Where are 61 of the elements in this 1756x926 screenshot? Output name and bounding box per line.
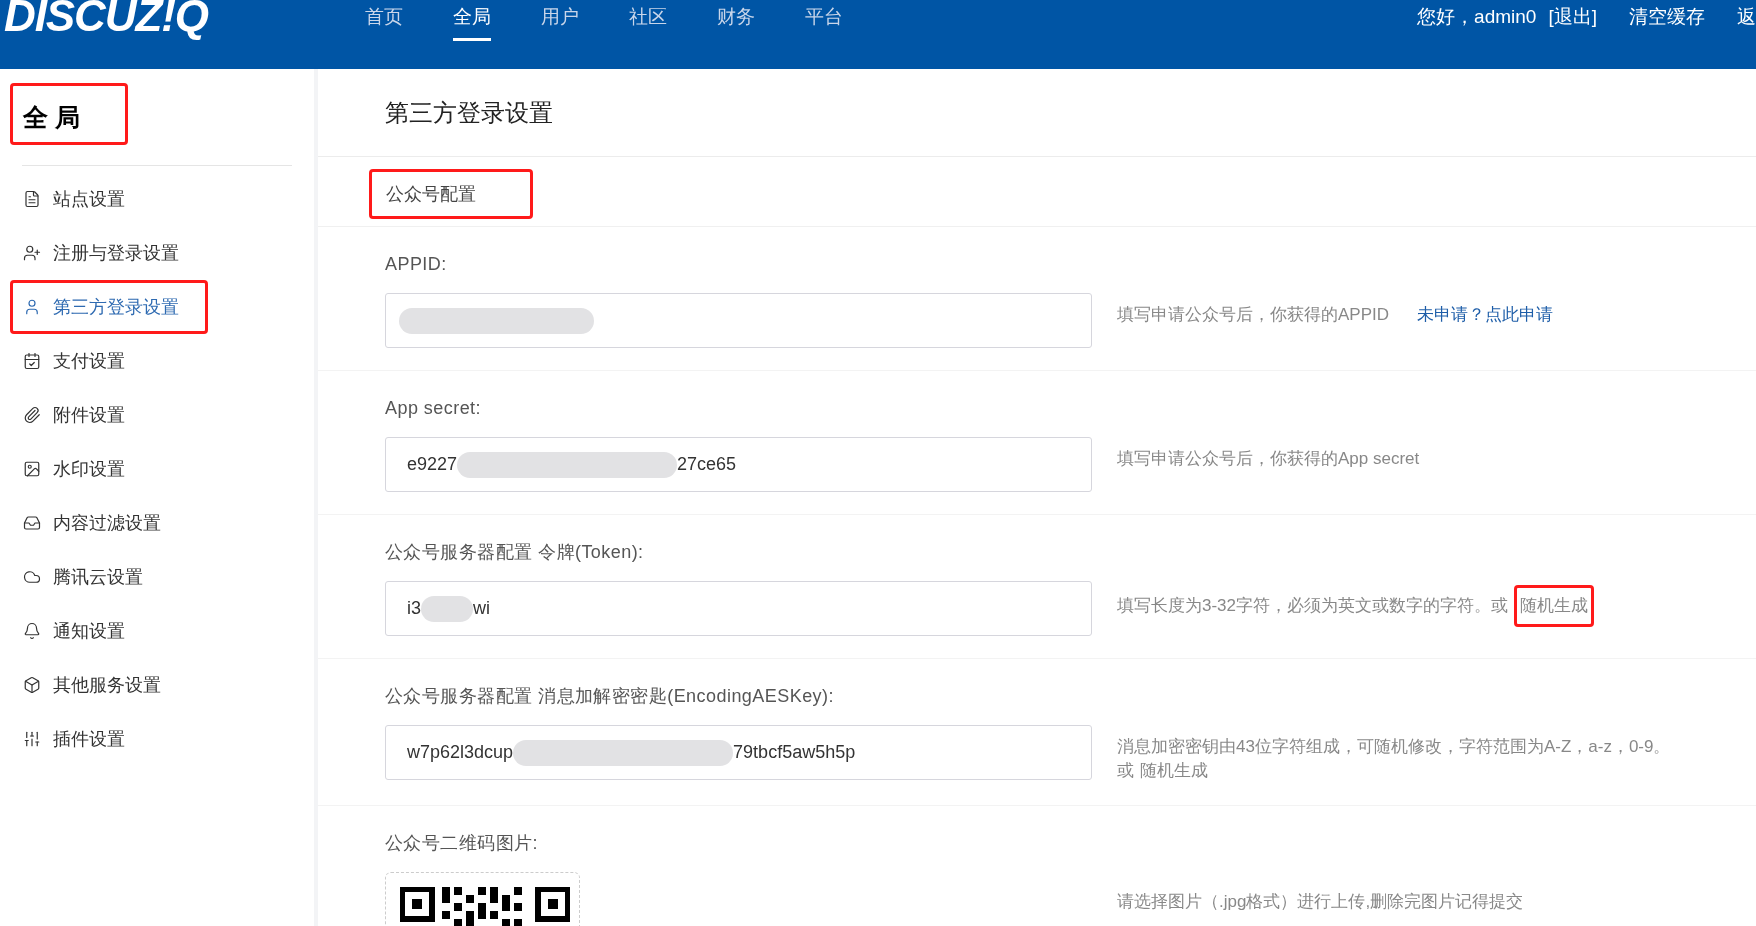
box-icon: [23, 676, 41, 694]
sidebar-item[interactable]: 内容过滤设置: [10, 496, 190, 550]
header-action-link[interactable]: 返: [1737, 4, 1756, 30]
field-value-end: wi: [473, 597, 490, 620]
field-value-start: e9227: [407, 453, 458, 476]
sidebar-item[interactable]: 其他服务设置: [10, 658, 190, 712]
field-value-start: i3: [407, 597, 421, 620]
random-generate-link[interactable]: 随机生成: [1140, 759, 1208, 783]
sidebar-item[interactable]: 通知设置: [10, 604, 154, 658]
cloud-icon: [23, 568, 41, 586]
field-value-start: w7p62l3dcup: [407, 741, 514, 764]
bell-icon: [23, 622, 41, 640]
document-icon: [23, 190, 41, 208]
field-label: APPID:: [385, 253, 448, 276]
hint-text: 请选择图片（.jpg格式）进行上传,删除完图片记得提交: [1117, 891, 1524, 913]
greeting-text: 您好，admin0: [1417, 5, 1537, 29]
sidebar-item[interactable]: 附件设置: [10, 388, 154, 442]
input-field[interactable]: e9227 27ce65: [385, 437, 1092, 492]
field-label: 公众号服务器配置 消息加解密密匙(EncodingAESKey):: [385, 685, 835, 708]
sidebar-item[interactable]: 腾讯云设置: [10, 550, 172, 604]
nav-tab[interactable]: 首页: [365, 0, 403, 41]
sidebar-item[interactable]: 站点设置: [10, 172, 154, 226]
paperclip-icon: [23, 406, 41, 424]
field-value-end: 27ce65: [677, 453, 737, 476]
page-title: 第三方登录设置: [385, 97, 553, 128]
nav-tab[interactable]: 财务: [717, 0, 755, 41]
nav-tab[interactable]: 平台: [805, 0, 843, 41]
calendar-check-icon: [23, 352, 41, 370]
sidebar-item[interactable]: 第三方登录设置: [10, 280, 208, 334]
hint-text: 填写长度为3-32字符，必须为英文或数字的字符。或: [1117, 595, 1509, 617]
field-value-end: 79tbcf5aw5h5p: [733, 741, 856, 764]
image-icon: [23, 460, 41, 478]
input-field[interactable]: w7p62l3dcup 79tbcf5aw5h5p: [385, 725, 1092, 780]
section-tab[interactable]: 公众号配置: [369, 169, 533, 219]
user-icon: [23, 298, 41, 316]
sidebar-item[interactable]: 水印设置: [10, 442, 154, 496]
nav-tab[interactable]: 社区: [629, 0, 667, 41]
nav-tab[interactable]: 用户: [541, 0, 579, 41]
apply-link[interactable]: 未申请？点此申请: [1417, 303, 1554, 327]
header-action-link[interactable]: 清空缓存: [1629, 4, 1705, 30]
field-label: App secret:: [385, 397, 482, 420]
hint-text: 或: [1117, 760, 1134, 782]
sidebar-item[interactable]: 注册与登录设置: [10, 226, 208, 280]
logout-link[interactable]: [退出]: [1548, 4, 1597, 30]
field-label: 公众号服务器配置 令牌(Token):: [385, 541, 645, 564]
tray-icon: [23, 514, 41, 532]
user-plus-icon: [23, 244, 41, 262]
input-field[interactable]: i3 wi: [385, 581, 1092, 636]
logo[interactable]: DISCUZ!Q: [0, 0, 340, 38]
sliders-icon: [23, 730, 41, 748]
input-field[interactable]: [385, 293, 1092, 348]
hint-text: 消息加密密钥由43位字符组成，可随机修改，字符范围为A-Z，a-z，0-9。: [1117, 736, 1671, 758]
nav-tab[interactable]: 全局: [453, 0, 491, 41]
blurred-value: [421, 595, 473, 622]
hint-text: 填写申请公众号后，你获得的App secret: [1117, 448, 1420, 470]
sidebar-item[interactable]: 支付设置: [10, 334, 154, 388]
hint-text: 填写申请公众号后，你获得的APPID: [1117, 304, 1390, 326]
random-generate-link[interactable]: 随机生成: [1514, 585, 1595, 627]
sidebar-title: 全 局: [10, 83, 128, 145]
field-label: 公众号二维码图片:: [385, 832, 540, 855]
sidebar-item[interactable]: 插件设置: [10, 712, 154, 766]
